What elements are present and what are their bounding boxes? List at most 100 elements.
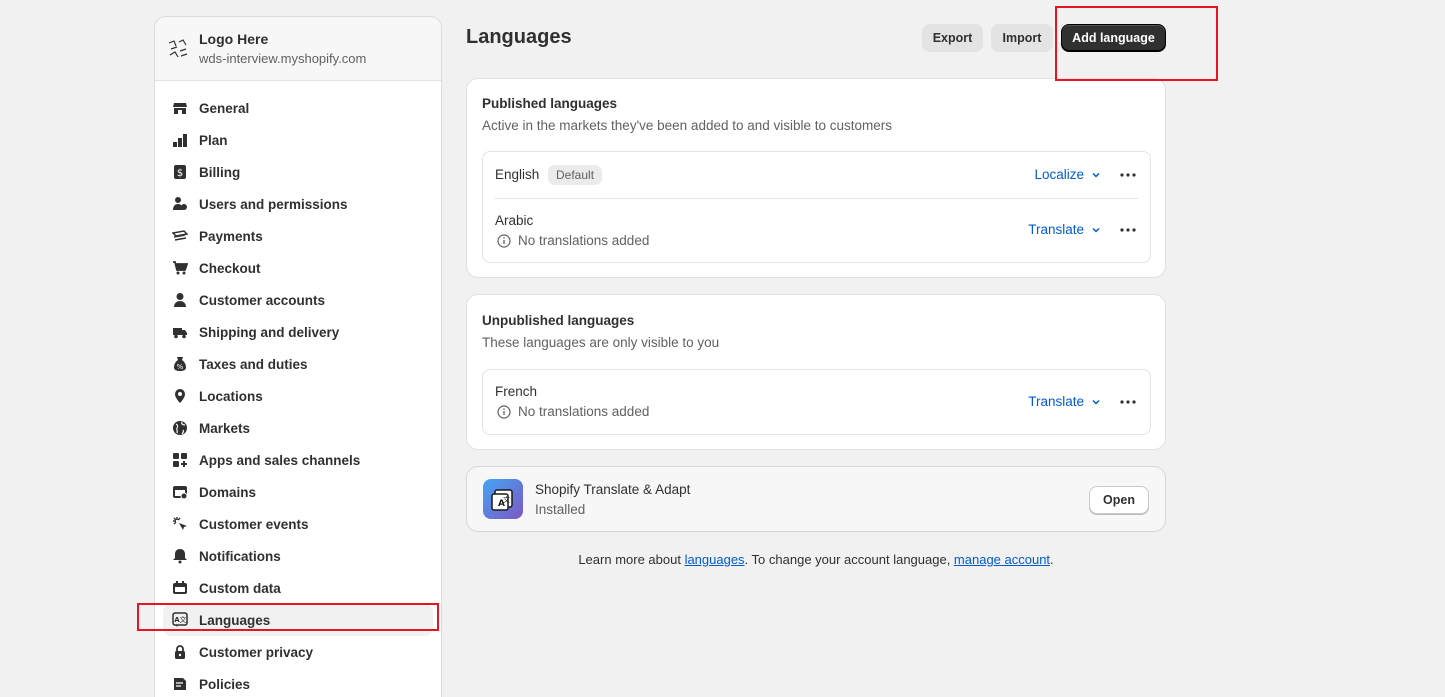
sidebar-item-taxes[interactable]: % Taxes and duties [155, 348, 441, 380]
apps-icon [171, 451, 189, 469]
app-status: Installed [535, 502, 586, 517]
sidebar-item-users[interactable]: Users and permissions [155, 188, 441, 220]
languages-nav-highlight [137, 603, 439, 631]
unpublished-title: Unpublished languages [482, 313, 635, 328]
store-logo-icon [168, 38, 188, 57]
page-title: Languages [466, 26, 572, 48]
sidebar-item-label: Billing [199, 164, 241, 180]
localize-label: Localize [1034, 167, 1084, 182]
svg-text:文: 文 [503, 495, 510, 504]
sidebar-item-label: Shipping and delivery [199, 324, 340, 340]
sidebar-item-checkout[interactable]: Checkout [155, 252, 441, 284]
translate-app-icon: A文 [483, 479, 523, 519]
footer-suffix: . [1050, 552, 1054, 567]
list-item: French No translations added Translate [483, 370, 1150, 434]
published-title: Published languages [482, 96, 618, 111]
tax-icon: % [171, 355, 189, 373]
add-language-highlight [1055, 6, 1218, 81]
sidebar-item-plan[interactable]: Plan [155, 124, 441, 156]
truck-icon [171, 323, 189, 341]
status-text: No translations added [518, 233, 650, 248]
sidebar-item-label: Policies [199, 676, 251, 692]
languages-link[interactable]: languages [685, 552, 745, 567]
manage-account-link[interactable]: manage account [954, 552, 1050, 567]
sidebar-item-general[interactable]: General [155, 92, 441, 124]
published-language-list: English Default Localize Arabic No trans… [482, 151, 1151, 263]
unpublished-languages-card: Unpublished languages These languages ar… [466, 294, 1166, 450]
published-languages-card: Published languages Active in the market… [466, 78, 1166, 278]
cart-icon [171, 259, 189, 277]
sidebar-item-label: Customer privacy [199, 644, 314, 660]
unpublished-subtitle: These languages are only visible to you [482, 335, 720, 350]
open-app-button[interactable]: Open [1089, 486, 1149, 514]
translation-status: No translations added [497, 404, 649, 419]
list-item: Arabic No translations added Translate [483, 199, 1150, 263]
translation-status: No translations added [497, 233, 649, 248]
sidebar-item-label: Users and permissions [199, 196, 348, 212]
lock-icon [171, 643, 189, 661]
sidebar-item-locations[interactable]: Locations [155, 380, 441, 412]
location-pin-icon [171, 387, 189, 405]
language-name: French [495, 384, 538, 399]
sidebar-item-customer-events[interactable]: Customer events [155, 508, 441, 540]
translate-label: Translate [1028, 222, 1084, 237]
info-icon [497, 404, 511, 419]
chevron-down-icon [1090, 224, 1102, 236]
app-name: Shopify Translate & Adapt [535, 482, 691, 497]
sidebar-item-customer-accounts[interactable]: Customer accounts [155, 284, 441, 316]
store-icon [171, 99, 189, 117]
sidebar-item-label: Plan [199, 132, 228, 148]
translate-label: Translate [1028, 394, 1084, 409]
settings-sidebar: Logo Here wds-interview.myshopify.com Ge… [154, 16, 442, 697]
sidebar-item-label: Taxes and duties [199, 356, 308, 372]
published-subtitle: Active in the markets they've been added… [482, 118, 893, 133]
sidebar-item-label: Locations [199, 388, 263, 404]
sidebar-item-label: Payments [199, 228, 263, 244]
language-name: English [495, 167, 540, 182]
more-actions-icon[interactable] [1118, 392, 1138, 412]
sidebar-item-apps[interactable]: Apps and sales channels [155, 444, 441, 476]
sidebar-item-label: Customer accounts [199, 292, 326, 308]
sidebar-item-notifications[interactable]: Notifications [155, 540, 441, 572]
plan-icon [171, 131, 189, 149]
chevron-down-icon [1090, 169, 1102, 181]
sidebar-item-customer-privacy[interactable]: Customer privacy [155, 636, 441, 668]
sidebar-item-policies[interactable]: Policies [155, 668, 441, 697]
cursor-click-icon [171, 515, 189, 533]
policies-icon [171, 675, 189, 693]
bell-icon [171, 547, 189, 565]
sidebar-item-markets[interactable]: Markets [155, 412, 441, 444]
unpublished-language-list: French No translations added Translate [482, 369, 1151, 435]
sidebar-item-billing[interactable]: $ Billing [155, 156, 441, 188]
sidebar-item-domains[interactable]: Domains [155, 476, 441, 508]
default-badge: Default [548, 165, 603, 185]
more-actions-icon[interactable] [1118, 165, 1138, 185]
localize-dropdown[interactable]: Localize [1034, 167, 1102, 182]
sidebar-item-custom-data[interactable]: Custom data [155, 572, 441, 604]
footer-prefix: Learn more about [578, 552, 685, 567]
sidebar-item-label: General [199, 100, 250, 116]
footer-note: Learn more about languages. To change yo… [466, 552, 1166, 567]
sidebar-item-label: Notifications [199, 548, 281, 564]
sidebar-item-payments[interactable]: Payments [155, 220, 441, 252]
more-actions-icon[interactable] [1118, 220, 1138, 240]
users-icon [171, 195, 189, 213]
domains-icon [171, 483, 189, 501]
translate-dropdown[interactable]: Translate [1028, 394, 1102, 409]
info-icon [497, 233, 511, 248]
store-url: wds-interview.myshopify.com [199, 50, 367, 66]
export-button[interactable]: Export [922, 24, 983, 52]
sidebar-item-shipping[interactable]: Shipping and delivery [155, 316, 441, 348]
translate-dropdown[interactable]: Translate [1028, 222, 1102, 237]
translate-app-card: A文 Shopify Translate & Adapt Installed O… [466, 466, 1166, 532]
sidebar-item-label: Customer events [199, 516, 309, 532]
sidebar-item-label: Apps and sales channels [199, 452, 361, 468]
svg-text:%: % [177, 363, 184, 371]
sidebar-item-label: Custom data [199, 580, 281, 596]
language-name: Arabic [495, 213, 534, 228]
custom-data-icon [171, 579, 189, 597]
sidebar-item-label: Checkout [199, 260, 261, 276]
store-header[interactable]: Logo Here wds-interview.myshopify.com [155, 17, 441, 81]
import-button[interactable]: Import [991, 24, 1053, 52]
billing-icon: $ [171, 163, 189, 181]
